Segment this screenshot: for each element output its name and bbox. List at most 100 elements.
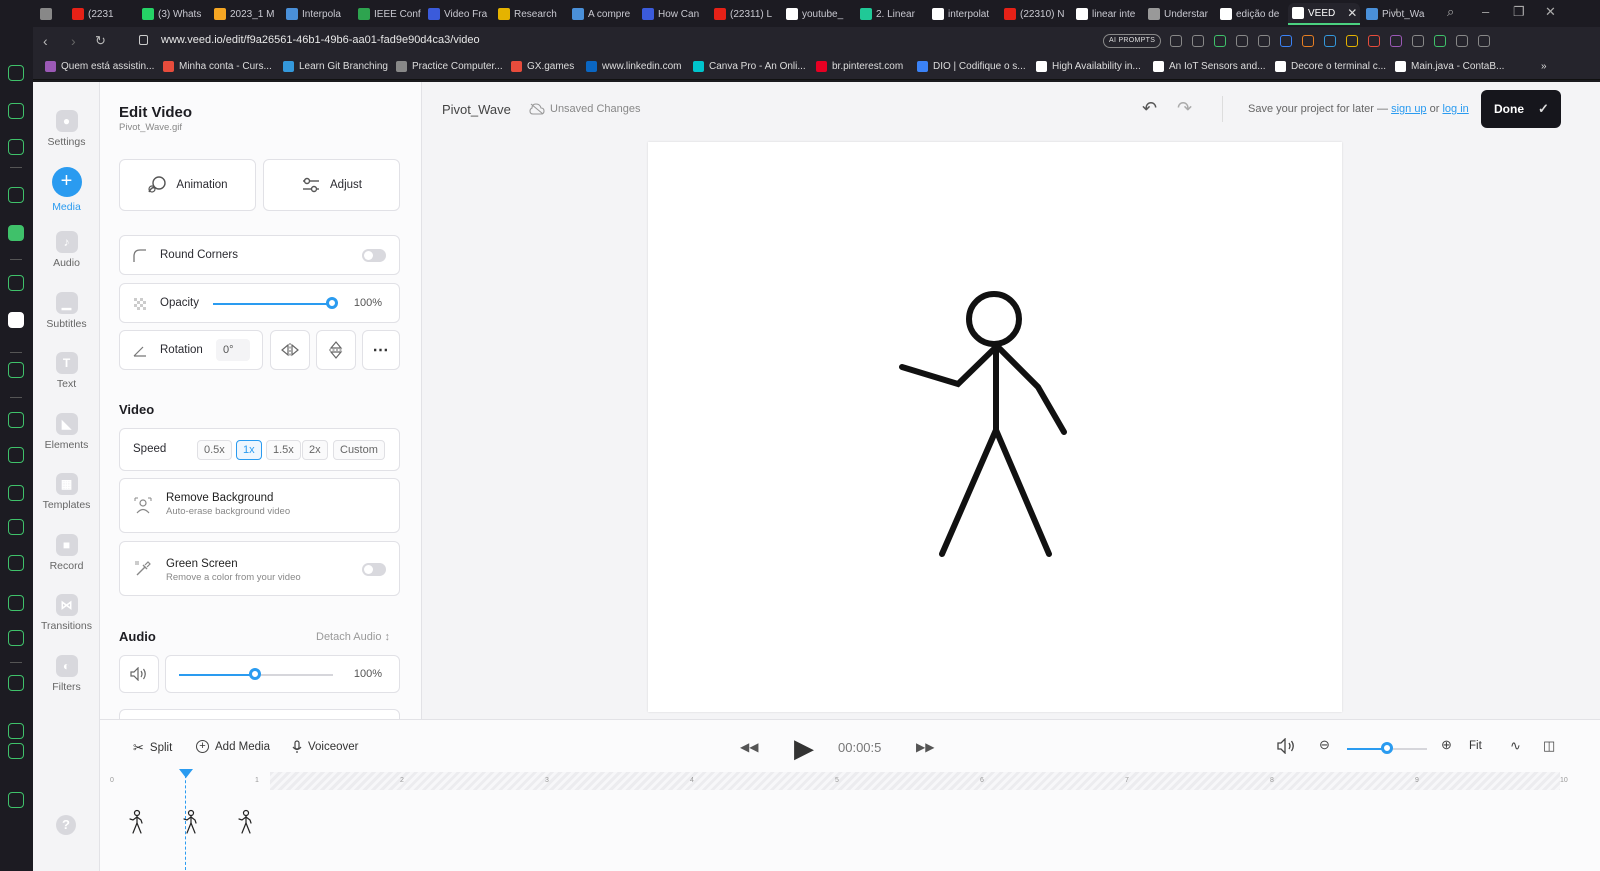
rail-item-text[interactable]: T Text bbox=[33, 346, 100, 398]
ai-prompts-badge[interactable]: AI PROMPTS bbox=[1103, 34, 1162, 48]
minimize-icon[interactable]: – bbox=[1482, 4, 1489, 19]
extension-icon[interactable] bbox=[1214, 35, 1226, 47]
extension-icon[interactable] bbox=[1412, 35, 1424, 47]
bookmark-item[interactable]: High Availability in... bbox=[1036, 61, 1141, 72]
rail-item-record[interactable]: ■ Record bbox=[33, 528, 100, 580]
close-tab-icon[interactable]: ✕ bbox=[1347, 6, 1357, 20]
play-icon[interactable]: ▶ bbox=[794, 733, 814, 764]
bookmark-item[interactable]: GX.games bbox=[511, 61, 574, 72]
bookmark-item[interactable]: Quem está assistin... bbox=[45, 61, 154, 72]
green-screen-toggle[interactable] bbox=[362, 563, 386, 576]
bookmark-item[interactable]: www.linkedin.com bbox=[586, 61, 681, 72]
browser-tab[interactable]: 2. Linear bbox=[856, 3, 926, 25]
browser-tab[interactable]: (22310) N bbox=[1000, 3, 1070, 25]
rail-item-audio[interactable]: ♪ Audio bbox=[33, 225, 100, 277]
extension-icon[interactable] bbox=[1170, 35, 1182, 47]
done-button[interactable]: Done ✓ bbox=[1481, 90, 1561, 128]
extension-icon[interactable] bbox=[1192, 35, 1204, 47]
bookmark-item[interactable]: Minha conta - Curs... bbox=[163, 61, 272, 72]
restore-icon[interactable]: ❐ bbox=[1513, 4, 1525, 20]
sidebar-app-icon[interactable] bbox=[8, 675, 24, 691]
browser-tab[interactable]: 2023_1 M bbox=[210, 3, 280, 25]
more-bookmarks-icon[interactable]: » bbox=[1541, 61, 1547, 72]
sidebar-app-icon[interactable] bbox=[8, 139, 24, 155]
undo-icon[interactable]: ↶ bbox=[1142, 98, 1157, 119]
opacity-value[interactable]: 100% bbox=[342, 297, 382, 309]
sidebar-app-icon[interactable] bbox=[8, 630, 24, 646]
log-in-link[interactable]: log in bbox=[1442, 103, 1468, 115]
rotation-input[interactable]: 0° bbox=[216, 339, 250, 361]
browser-tab[interactable]: IEEE Conf bbox=[354, 3, 422, 25]
close-window-icon[interactable]: ✕ bbox=[1545, 4, 1556, 20]
rail-item-settings[interactable]: ● Settings bbox=[33, 104, 100, 156]
sidebar-app-icon[interactable] bbox=[8, 447, 24, 463]
bookmark-item[interactable]: Practice Computer... bbox=[396, 61, 503, 72]
detach-audio-button[interactable]: Detach Audio ↕ bbox=[316, 631, 390, 643]
extension-icon[interactable] bbox=[1346, 35, 1358, 47]
speed-option[interactable]: 1.5x bbox=[266, 440, 301, 460]
bookmark-item[interactable]: br.pinterest.com bbox=[816, 61, 903, 72]
sidebar-app-icon[interactable] bbox=[8, 792, 24, 808]
extension-icon[interactable] bbox=[1390, 35, 1402, 47]
sidebar-app-icon[interactable] bbox=[8, 103, 24, 119]
url-field[interactable]: www.veed.io/edit/f9a26561-46b1-49b6-aa01… bbox=[161, 34, 480, 46]
zoom-out-icon[interactable]: ⊖ bbox=[1319, 737, 1330, 753]
waveform-icon[interactable]: ∿ bbox=[1510, 738, 1521, 754]
browser-tab[interactable]: A compre bbox=[568, 3, 636, 25]
project-name[interactable]: Pivot_Wave bbox=[442, 102, 511, 117]
bookmark-item[interactable]: Main.java - ContaB... bbox=[1395, 61, 1504, 72]
sign-up-link[interactable]: sign up bbox=[1391, 103, 1426, 115]
split-button[interactable]: ✂ Split bbox=[133, 740, 172, 756]
sidebar-app-icon[interactable] bbox=[8, 312, 24, 328]
browser-tab[interactable]: VEED ✕ bbox=[1288, 3, 1360, 25]
volume-slider-handle[interactable] bbox=[249, 668, 261, 680]
skip-back-icon[interactable]: ◀◀ bbox=[740, 740, 758, 754]
search-icon[interactable]: ⌕ bbox=[1447, 4, 1454, 20]
bookmark-item[interactable]: Learn Git Branching bbox=[283, 61, 388, 72]
browser-tab[interactable]: linear inte bbox=[1072, 3, 1142, 25]
extension-icon[interactable] bbox=[1456, 35, 1468, 47]
speed-option[interactable]: 1x bbox=[236, 440, 262, 460]
playhead-handle[interactable] bbox=[179, 769, 193, 778]
browser-tab[interactable]: Research bbox=[494, 3, 566, 25]
opacity-slider-handle[interactable] bbox=[326, 297, 338, 309]
reload-icon[interactable]: ↻ bbox=[95, 33, 106, 49]
extension-icon[interactable] bbox=[1434, 35, 1446, 47]
rail-item-elements[interactable]: ◣ Elements bbox=[33, 407, 100, 459]
speed-option[interactable]: 2x bbox=[302, 440, 328, 460]
sidebar-app-icon[interactable] bbox=[8, 187, 24, 203]
sidebar-app-icon[interactable] bbox=[8, 65, 24, 81]
video-preview-canvas[interactable] bbox=[648, 142, 1342, 712]
volume-value[interactable]: 100% bbox=[336, 668, 382, 680]
browser-tab[interactable]: (2231 bbox=[68, 3, 136, 25]
forward-arrow-icon[interactable]: › bbox=[71, 33, 76, 49]
bookmark-item[interactable]: Decore o terminal c... bbox=[1275, 61, 1386, 72]
more-options-button[interactable]: ⋯ bbox=[362, 330, 400, 370]
sidebar-app-icon[interactable] bbox=[8, 743, 24, 759]
zoom-in-icon[interactable]: ⊕ bbox=[1441, 737, 1452, 753]
remove-background-row[interactable]: Remove Background Auto-erase background … bbox=[119, 478, 400, 533]
sidebar-app-icon[interactable] bbox=[8, 225, 24, 241]
comment-icon[interactable]: ◫ bbox=[1543, 738, 1555, 754]
add-media-button[interactable]: + Add Media bbox=[196, 740, 270, 753]
browser-tab[interactable]: How Can bbox=[638, 3, 708, 25]
extension-icon[interactable] bbox=[1368, 35, 1380, 47]
extension-icon[interactable] bbox=[1280, 35, 1292, 47]
browser-tab[interactable]: Understar bbox=[1144, 3, 1214, 25]
mute-button[interactable] bbox=[119, 655, 159, 693]
speed-option[interactable]: Custom bbox=[333, 440, 385, 460]
flip-horizontal-button[interactable] bbox=[270, 330, 310, 370]
browser-tab[interactable]: Interpola bbox=[282, 3, 352, 25]
browser-tab[interactable]: (3) Whats bbox=[138, 3, 208, 25]
sidebar-app-icon[interactable] bbox=[8, 485, 24, 501]
animation-button[interactable]: Animation bbox=[119, 159, 256, 211]
rail-item-media[interactable]: + Media bbox=[33, 165, 100, 217]
frame-thumbnail[interactable] bbox=[128, 809, 146, 835]
new-tab-icon[interactable]: + bbox=[1393, 4, 1401, 19]
extension-icon[interactable] bbox=[1302, 35, 1314, 47]
fit-button[interactable]: Fit bbox=[1469, 740, 1482, 752]
extension-icon[interactable] bbox=[1324, 35, 1336, 47]
rail-item-filters[interactable]: ◐ Filters bbox=[33, 649, 100, 701]
sidebar-app-icon[interactable] bbox=[8, 362, 24, 378]
adjust-button[interactable]: Adjust bbox=[263, 159, 400, 211]
